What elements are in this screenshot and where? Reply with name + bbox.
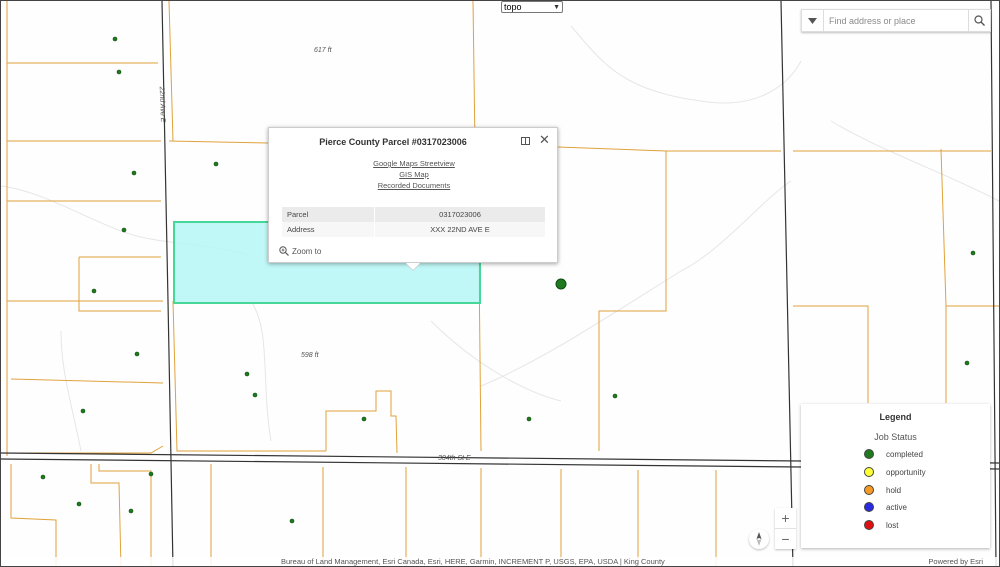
elevation-label-598: 598 ft: [301, 352, 319, 359]
table-row: Parcel 0317023006: [282, 207, 545, 222]
zoom-out-button[interactable]: −: [775, 529, 796, 549]
job-point[interactable]: [121, 227, 127, 233]
zoom-to-button[interactable]: Zoom to: [279, 246, 321, 256]
swatch-icon: [864, 467, 874, 477]
elevation-label-617: 617 ft: [314, 47, 332, 54]
job-point[interactable]: [361, 416, 367, 422]
job-point[interactable]: [116, 69, 122, 75]
legend-item-hold: hold: [864, 483, 901, 497]
legend-label: lost: [886, 520, 899, 530]
job-point[interactable]: [148, 471, 154, 477]
row-value: XXX 22ND AVE E: [374, 222, 545, 237]
job-point[interactable]: [128, 508, 134, 514]
job-point[interactable]: [289, 518, 295, 524]
popup-links: Google Maps Streetview GIS Map Recorded …: [269, 158, 559, 191]
job-point[interactable]: [970, 250, 976, 256]
job-point[interactable]: [134, 351, 140, 357]
search-icon: [974, 15, 985, 26]
road-label-22nd: 22nd Ave E: [157, 86, 167, 123]
basemap-selected-label: topo: [504, 2, 522, 12]
swatch-icon: [864, 520, 874, 530]
compass-icon: [756, 532, 762, 546]
legend-panel: Legend Job Status completed opportunity …: [801, 404, 990, 548]
zoom-to-label: Zoom to: [292, 246, 322, 256]
row-label: Parcel: [282, 207, 375, 222]
popup-pointer: [406, 263, 420, 270]
job-point[interactable]: [252, 392, 258, 398]
powered-by-esri[interactable]: Powered by Esri: [928, 557, 983, 566]
close-icon[interactable]: ✕: [539, 133, 550, 147]
job-point[interactable]: [964, 360, 970, 366]
job-point[interactable]: [40, 474, 46, 480]
job-point[interactable]: [80, 408, 86, 414]
search-button[interactable]: [968, 10, 990, 31]
dock-icon[interactable]: [521, 137, 530, 145]
job-point[interactable]: [91, 288, 97, 294]
row-value: 0317023006: [374, 207, 545, 222]
search-widget[interactable]: Find address or place: [801, 9, 991, 32]
recorded-documents-link[interactable]: Recorded Documents: [269, 180, 559, 191]
zoom-control: + −: [775, 508, 796, 549]
swatch-icon: [864, 449, 874, 459]
search-input[interactable]: Find address or place: [824, 16, 968, 26]
legend-item-lost: lost: [864, 518, 898, 532]
table-row: Address XXX 22ND AVE E: [282, 222, 545, 237]
selected-job-point[interactable]: [555, 278, 567, 290]
attribution-sources: Bureau of Land Management, Esri Canada, …: [281, 557, 665, 566]
basemap-select[interactable]: topo ▼: [501, 1, 563, 13]
parcel-popup: Pierce County Parcel #0317023006 ✕ Googl…: [268, 127, 558, 263]
popup-title: Pierce County Parcel #0317023006: [319, 137, 467, 147]
attribution-bar: Bureau of Land Management, Esri Canada, …: [1, 557, 999, 566]
caret-down-icon: [808, 17, 817, 24]
row-label: Address: [282, 222, 375, 237]
legend-label: completed: [886, 449, 923, 459]
legend-item-opportunity: opportunity: [864, 465, 926, 479]
road-label-304th: 304th St E: [438, 455, 471, 462]
chevron-down-icon: ▼: [553, 3, 560, 11]
zoom-in-icon: [279, 246, 289, 256]
legend-label: active: [886, 502, 907, 512]
legend-item-completed: completed: [864, 447, 923, 461]
job-point[interactable]: [76, 501, 82, 507]
popup-attribute-table: Parcel 0317023006 Address XXX 22ND AVE E: [282, 207, 545, 237]
legend-label: hold: [886, 485, 902, 495]
map-frame[interactable]: 617 ft 598 ft 22nd Ave E 304th St E topo…: [0, 0, 1000, 567]
job-point[interactable]: [612, 393, 618, 399]
swatch-icon: [864, 485, 874, 495]
swatch-icon: [864, 502, 874, 512]
job-point[interactable]: [213, 161, 219, 167]
job-point[interactable]: [526, 416, 532, 422]
streetview-link[interactable]: Google Maps Streetview: [269, 158, 559, 169]
legend-title: Legend: [879, 412, 912, 422]
job-point[interactable]: [112, 36, 118, 42]
search-source-dropdown[interactable]: [802, 10, 824, 31]
legend-item-active: active: [864, 500, 907, 514]
job-point[interactable]: [131, 170, 137, 176]
job-point[interactable]: [244, 371, 250, 377]
legend-subtitle: Job Status: [874, 432, 917, 442]
compass-button[interactable]: [749, 529, 769, 549]
gis-map-link[interactable]: GIS Map: [269, 169, 559, 180]
legend-label: opportunity: [886, 467, 926, 477]
zoom-in-button[interactable]: +: [775, 508, 796, 529]
